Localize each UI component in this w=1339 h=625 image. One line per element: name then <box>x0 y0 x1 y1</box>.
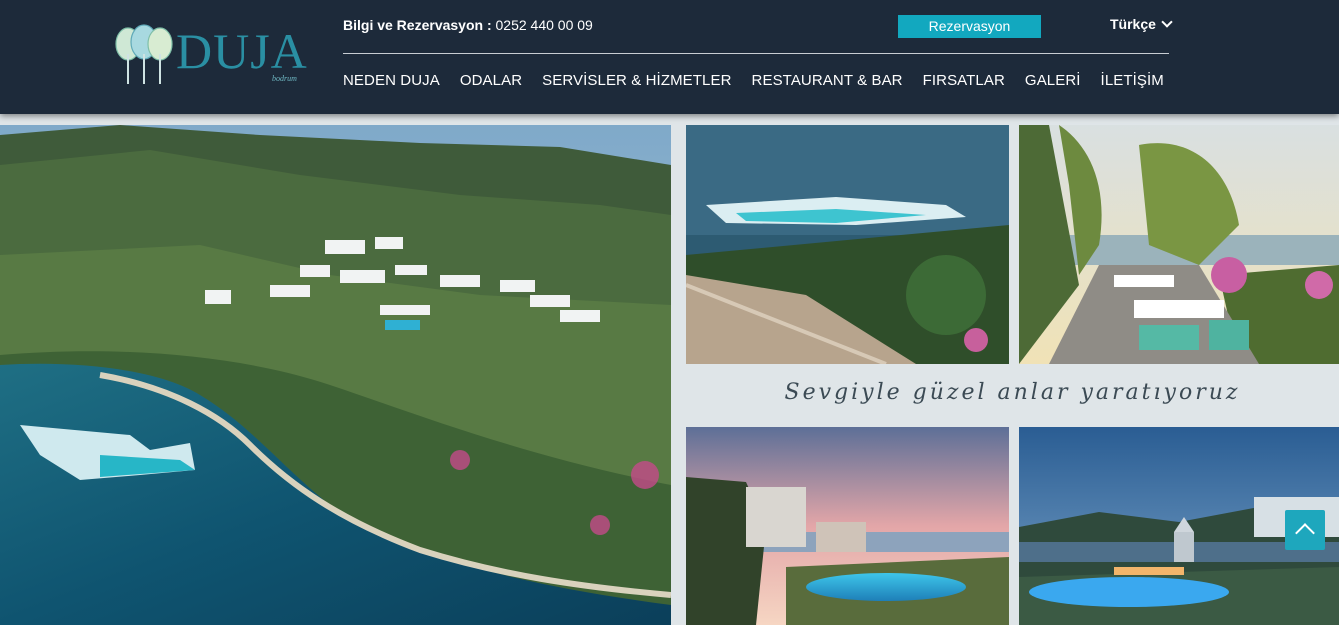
logo-subtitle: bodrum <box>272 74 297 83</box>
nav-item-neden-duja[interactable]: NEDEN DUJA <box>343 72 440 89</box>
site-header: DUJA bodrum Bilgi ve Rezervasyon : 0252 … <box>0 0 1339 114</box>
header-divider <box>343 53 1169 54</box>
nav-item-servisler[interactable]: SERVİSLER & HİZMETLER <box>542 72 731 89</box>
gallery-photo-pier[interactable] <box>686 125 1009 364</box>
main-nav: NEDEN DUJA ODALAR SERVİSLER & HİZMETLER … <box>343 72 1184 89</box>
nav-item-odalar[interactable]: ODALAR <box>460 72 522 89</box>
reservation-button[interactable]: Rezervasyon <box>898 15 1041 38</box>
site-logo[interactable]: DUJA bodrum <box>114 22 309 88</box>
arrow-up-icon <box>1295 523 1315 543</box>
hero-aerial-photo[interactable] <box>0 125 671 625</box>
nav-item-iletisim[interactable]: İLETİŞİM <box>1101 72 1164 89</box>
nav-item-galeri[interactable]: GALERİ <box>1025 72 1081 89</box>
scroll-to-top-button[interactable] <box>1285 510 1325 550</box>
chevron-down-icon <box>1161 16 1173 28</box>
language-selector[interactable]: Türkçe <box>1110 16 1173 32</box>
gallery-photo-sunset-pool[interactable] <box>686 427 1009 625</box>
contact-label: Bilgi ve Rezervasyon : <box>343 17 492 33</box>
tree-logo-icon <box>115 24 173 84</box>
contact-phone[interactable]: 0252 440 00 09 <box>496 17 593 33</box>
nav-item-restaurant-bar[interactable]: RESTAURANT & BAR <box>752 72 903 89</box>
gallery-photo-terrace[interactable] <box>1019 125 1339 364</box>
gallery-tagline: Sevgiyle güzel anlar yaratıyoruz <box>784 380 1241 405</box>
contact-info: Bilgi ve Rezervasyon : 0252 440 00 09 <box>343 17 593 33</box>
nav-item-firsatlar[interactable]: FIRSATLAR <box>923 72 1005 89</box>
language-label: Türkçe <box>1110 16 1156 32</box>
logo-wordmark: DUJA <box>176 23 308 79</box>
